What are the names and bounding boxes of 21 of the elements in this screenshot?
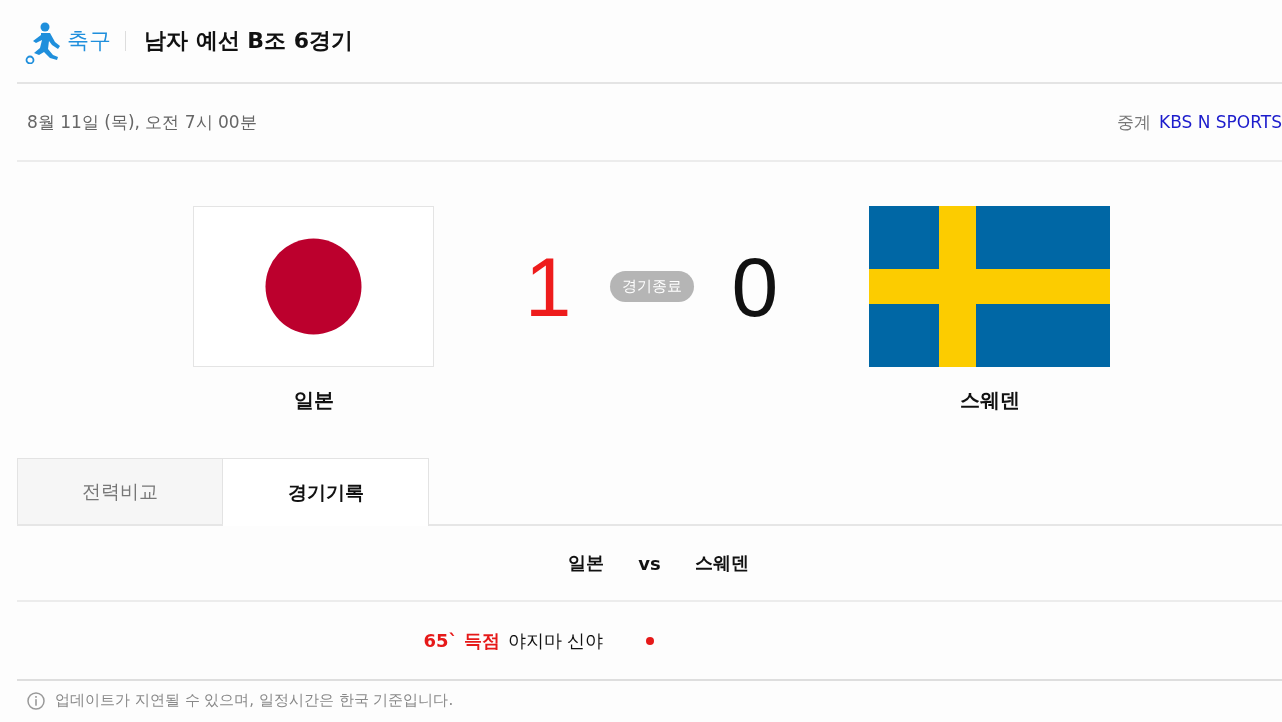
broadcaster-link[interactable]: KBS N SPORTS <box>1159 112 1282 132</box>
team-name: 스웨덴 <box>959 387 1020 414</box>
versus-label: vs <box>638 552 661 574</box>
broadcast-label: 중계 <box>1117 110 1151 134</box>
score: 1 <box>524 244 572 329</box>
tab[interactable]: 경기기록 <box>223 458 429 526</box>
away-team-name: 스웨덴 <box>694 551 749 575</box>
sport-label: 축구 <box>67 27 111 55</box>
home-team-name: 일본 <box>568 551 605 575</box>
player-name: 야지마 신야 <box>507 628 604 653</box>
soccer-player-icon <box>25 22 61 64</box>
event-type: 65` 득점 <box>423 628 500 653</box>
match-datetime: 8월 11일 (목), 오전 7시 00분 <box>27 110 257 134</box>
info-icon <box>27 691 45 710</box>
match-status-badge: 경기종료 <box>609 271 694 302</box>
notice-text: 업데이트가 지연될 수 있으며, 일정시간은 한국 기준입니다. <box>55 691 454 710</box>
score: 0 <box>731 244 779 329</box>
event-dot-icon <box>645 636 654 645</box>
tab[interactable]: 전력비교 <box>17 458 223 524</box>
match-title: 남자 예선 B조 6경기 <box>144 27 354 55</box>
team-name: 일본 <box>293 387 334 414</box>
